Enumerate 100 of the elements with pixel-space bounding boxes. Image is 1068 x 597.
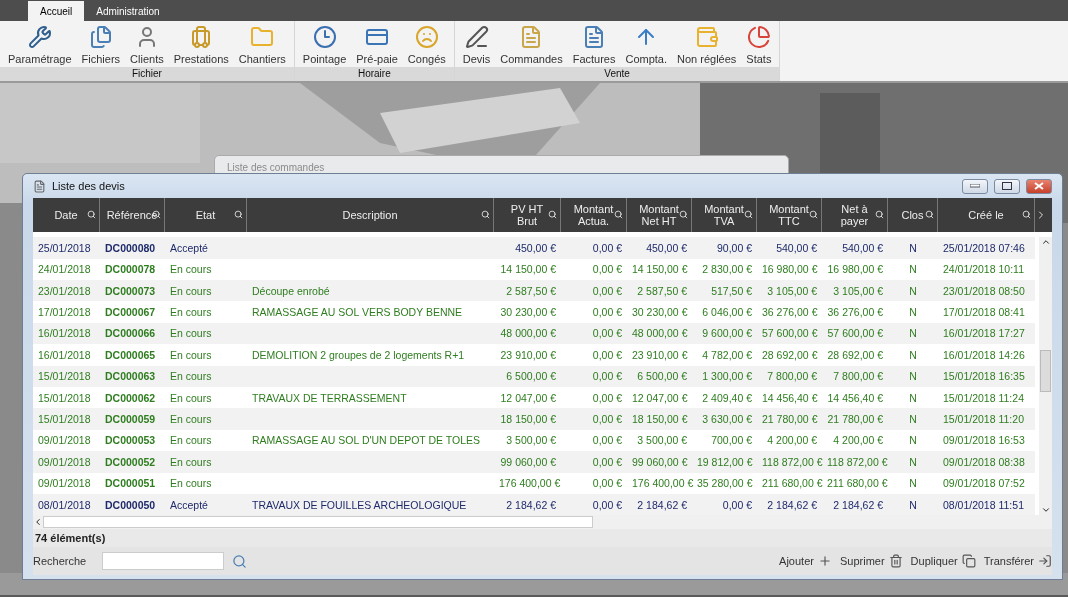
ribbon-button[interactable]: Clients — [126, 21, 168, 67]
table-cell-text: 0,00 € — [591, 348, 623, 361]
table-cell-text: 09/01/2018 — [37, 434, 92, 447]
ribbon-button[interactable]: Compta. — [621, 21, 672, 67]
search-icon — [679, 210, 688, 220]
ribbon-tab[interactable]: Administration — [84, 1, 172, 21]
table-cell-text: 99 060,00 € — [631, 455, 689, 468]
maximize-icon — [1002, 182, 1012, 191]
action-button[interactable]: Dupliquer — [910, 554, 976, 569]
table-cell-text: 09/01/2018 — [37, 455, 92, 468]
ribbon-button[interactable]: Chantiers — [234, 21, 290, 67]
table-cell-text: 30 230,00 € — [631, 306, 689, 319]
table-cell-text: 25/01/2018 07:46 — [942, 241, 1026, 254]
table-cell-text: 23 910,00 € — [499, 348, 557, 361]
ribbon-button[interactable]: Congés — [403, 21, 450, 67]
table-cell-text: 09/01/2018 08:38 — [942, 455, 1026, 468]
ribbon-button[interactable]: Commandes — [496, 21, 567, 67]
table-cell-text: 28 692,00 € — [826, 348, 884, 361]
maximize-button[interactable] — [994, 178, 1020, 194]
table-cell-text: 15/01/2018 — [37, 391, 92, 404]
table-cell-text: 08/01/2018 11:51 — [942, 498, 1025, 511]
table-cell-text: 0,00 € — [591, 263, 623, 276]
ribbon-button[interactable]: Stats — [742, 21, 776, 67]
action-button[interactable]: Ajouter — [779, 554, 832, 569]
ribbon-button[interactable]: Paramétrage — [4, 21, 76, 67]
ribbon-button[interactable]: Pointage — [298, 21, 351, 67]
column-header[interactable]: Clos — [888, 198, 938, 233]
table-cell-text: 12 047,00 € — [631, 391, 689, 404]
table-cell-text: 0,00 € — [591, 477, 623, 490]
action-button[interactable]: Suprimer — [839, 554, 903, 569]
pie-chart-icon — [746, 25, 771, 49]
table-cell-text: 2 184,62 € — [832, 498, 884, 511]
column-header[interactable]: Montant Net HT — [627, 198, 692, 233]
column-header[interactable]: Date — [33, 198, 100, 233]
table-cell-text: N — [908, 370, 918, 383]
ribbon-button[interactable]: Non réglées — [673, 21, 741, 67]
ribbon-button[interactable]: Devis — [458, 21, 495, 67]
search-icon — [925, 210, 934, 220]
scrollbar[interactable] — [1039, 237, 1052, 516]
action-button[interactable]: Transférer — [983, 554, 1052, 569]
column-header[interactable]: Etat — [165, 198, 247, 233]
table-cell-text: 12 047,00 € — [499, 391, 557, 404]
table-cell-text: 700,00 € — [710, 434, 753, 447]
scrollbar[interactable] — [33, 515, 1052, 530]
table-cell-text: TRAVAUX DE FOUILLES ARCHEOLOGIQUE — [251, 498, 468, 511]
document-icon — [33, 179, 46, 193]
table-cell-text: 540,00 € — [775, 241, 818, 254]
ribbon-tab[interactable]: Accueil — [28, 1, 85, 21]
table-cell-text: DC000051 — [104, 477, 157, 490]
table-cell-text: 14 456,40 € — [826, 391, 884, 404]
table-cell-text: 0,00 € — [591, 434, 623, 447]
table-cell-text: DC000080 — [104, 241, 157, 254]
column-header[interactable]: Montant Actua. — [561, 198, 627, 233]
ribbon-button[interactable]: Factures — [568, 21, 620, 67]
column-header[interactable]: Créé le — [938, 198, 1035, 233]
table-cell-text: 36 276,00 € — [826, 306, 884, 319]
column-header[interactable]: Montant TVA — [692, 198, 757, 233]
table-cell-text: 18 150,00 € — [631, 413, 689, 426]
table-cell-text: 2 587,50 € — [505, 284, 557, 297]
column-header[interactable]: PV HT Brut — [494, 198, 561, 233]
table-cell-text: 15/01/2018 11:24 — [942, 391, 1025, 404]
table-cell-text: En cours — [169, 263, 213, 276]
column-header[interactable]: Net à payer — [822, 198, 888, 233]
column-header[interactable]: Référence — [100, 198, 165, 233]
column-header[interactable]: Montant TTC — [757, 198, 822, 233]
table-cell-text: DC000078 — [104, 263, 157, 276]
table-cell-text: En cours — [169, 413, 213, 426]
table-cell-text: 0,00 € — [591, 391, 623, 404]
table-cell-text: 14 150,00 € — [499, 263, 557, 276]
search-icon — [744, 210, 753, 220]
ribbon-button[interactable]: Pré-paie — [352, 21, 402, 67]
table-cell-text: 2 409,40 € — [701, 391, 753, 404]
table-cell-text: DC000050 — [104, 498, 157, 511]
table-cell-text: 0,00 € — [591, 327, 623, 340]
table-cell-text: En cours — [169, 370, 213, 383]
table-cell-text: 9 600,00 € — [701, 327, 753, 340]
wallet-icon — [694, 25, 719, 49]
table-cell-text: 16/01/2018 — [37, 327, 92, 340]
table-cell-text: 16 980,00 € — [761, 263, 819, 276]
table-cell-text: 176 400,00 € — [498, 477, 561, 490]
ribbon-button[interactable]: Prestations — [169, 21, 233, 67]
minimize-button[interactable] — [962, 178, 988, 194]
table-cell-text: 3 105,00 € — [766, 284, 818, 297]
table-cell-text: 21 780,00 € — [761, 413, 819, 426]
minimize-icon — [970, 184, 980, 189]
table-cell-text: 0,00 € — [591, 413, 623, 426]
table-cell-text: DC000059 — [104, 413, 157, 426]
column-header[interactable]: Description — [247, 198, 494, 233]
table-cell-text: 3 105,00 € — [832, 284, 884, 297]
scrollbar-thumb[interactable] — [43, 516, 593, 529]
table-cell-text: 4 200,00 € — [766, 434, 818, 447]
chevron-left-icon — [33, 517, 43, 528]
search-field[interactable] — [102, 552, 225, 571]
table-cell-text: 0,00 € — [591, 370, 623, 383]
table-cell-text: TRAVAUX DE TERRASSEMENT — [251, 391, 408, 404]
table-cell-text: 17/01/2018 — [37, 306, 92, 319]
close-button[interactable] — [1026, 178, 1052, 194]
scrollbar-thumb[interactable] — [1040, 350, 1051, 393]
ribbon-button[interactable]: Fichiers — [77, 21, 125, 67]
table-cell-text: 211 680,00 € — [826, 477, 888, 490]
